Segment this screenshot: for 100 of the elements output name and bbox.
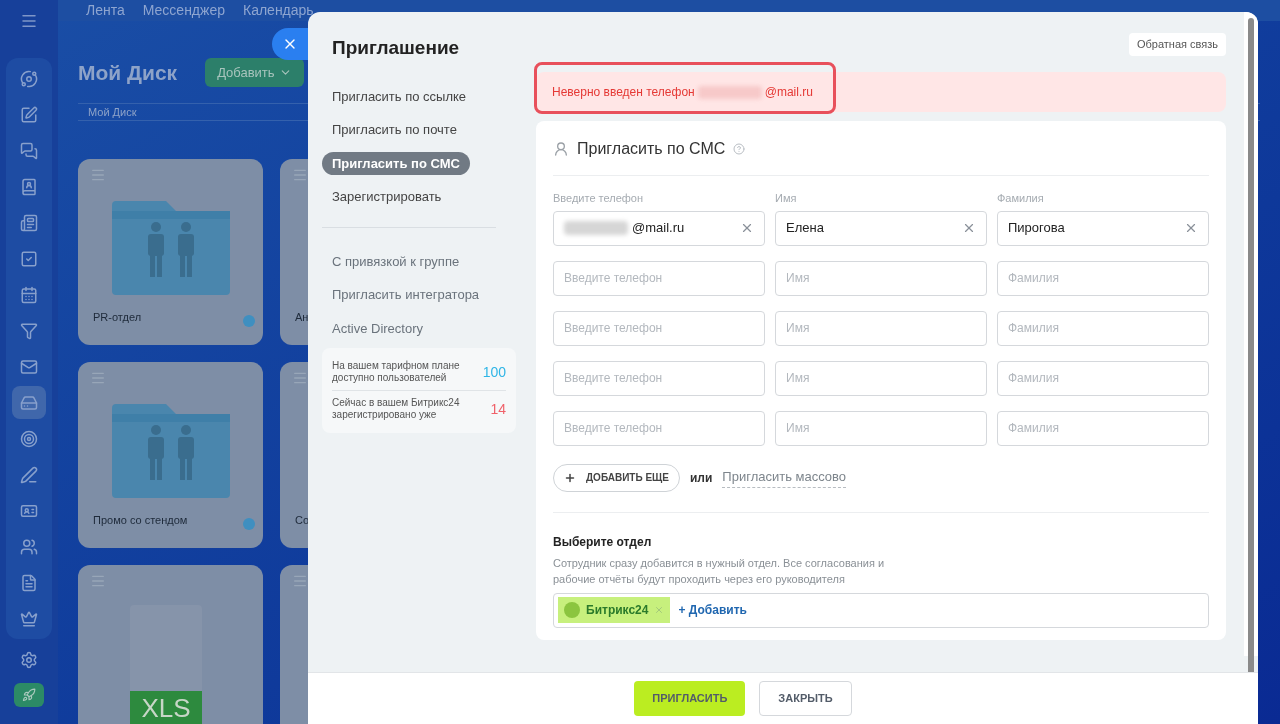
department-hint: Сотрудник сразу добавится в нужный отдел. Все согласования и рабочие отчёты будут проходить через его руководителя xyxy=(553,555,886,587)
invite-button[interactable]: ПРИГЛАСИТЬ xyxy=(634,681,746,716)
field-placeholder: Имя xyxy=(786,370,811,387)
nav-item[interactable]: Зарегистрировать xyxy=(322,185,452,209)
section-title: Пригласить по СМС xyxy=(577,139,726,159)
rocket-button[interactable] xyxy=(14,683,44,707)
or-label: или xyxy=(689,469,713,487)
text-field[interactable]: Введите телефон xyxy=(553,260,765,296)
field-placeholder: Имя xyxy=(786,320,811,337)
clear-icon[interactable] xyxy=(740,221,754,235)
clear-icon[interactable] xyxy=(962,221,976,235)
folder-name: Промо со стендом xyxy=(93,512,188,528)
feedback-button[interactable]: Обратная связь xyxy=(1128,33,1226,56)
text-field[interactable]: Фамилия xyxy=(997,360,1209,396)
column-label: Имя xyxy=(775,191,798,206)
text-field[interactable]: Пирогова xyxy=(997,210,1209,246)
contacts-icon xyxy=(20,177,38,196)
chat-icon xyxy=(20,141,38,160)
text-field[interactable]: @mail.ru xyxy=(553,210,765,246)
plus-icon xyxy=(564,471,576,484)
field-placeholder: Введите телефон xyxy=(564,270,664,287)
field-placeholder: Имя xyxy=(786,270,811,287)
nav-item[interactable]: Пригласить по почте xyxy=(322,118,467,142)
text-field[interactable]: Фамилия xyxy=(997,260,1209,296)
nav-item[interactable]: С привязкой к группе xyxy=(322,249,470,273)
field-placeholder: Введите телефон xyxy=(564,320,664,337)
drag-handle-icon xyxy=(90,370,106,386)
folder-name: PR-отдел xyxy=(93,309,142,325)
drag-handle-icon xyxy=(90,573,106,589)
pen-icon xyxy=(20,465,38,484)
stats-count: 100 xyxy=(482,362,506,382)
drive-icon xyxy=(20,393,38,412)
field-placeholder: Введите телефон xyxy=(564,420,664,437)
target-icon xyxy=(20,429,38,448)
file-card[interactable]: XLS xyxy=(78,565,263,724)
clear-icon[interactable] xyxy=(1184,221,1198,235)
text-field[interactable]: Введите телефон xyxy=(553,310,765,346)
file-card[interactable]: Промо со стендом xyxy=(78,362,263,548)
column-label: Фамилия xyxy=(997,191,1045,206)
nav-item[interactable]: Пригласить по ссылке xyxy=(322,84,477,108)
drag-handle-icon xyxy=(292,370,308,386)
top-nav-link[interactable]: Мессенджер xyxy=(142,0,225,21)
text-field[interactable]: Елена xyxy=(775,210,987,246)
file-type-label: XLS xyxy=(130,691,202,724)
stats-count: 14 xyxy=(490,399,506,419)
folder-name: Ан xyxy=(295,309,309,325)
user-icon xyxy=(553,141,569,157)
field-placeholder: Фамилия xyxy=(1008,270,1060,287)
field-value: @mail.ru xyxy=(632,219,686,238)
stats-text: Сейчас в вашем Битрикс24 зарегистрировано уже xyxy=(332,397,461,421)
top-nav-link[interactable]: Календарь xyxy=(243,0,314,21)
department-title: Выберите отдел xyxy=(553,533,653,551)
add-button[interactable]: Добавить xyxy=(205,58,304,88)
department-field[interactable]: Битрикс24 + Добавить xyxy=(553,592,1209,628)
close-dialog-button[interactable]: ЗАКРЫТЬ xyxy=(759,681,852,716)
add-department-link[interactable]: + Добавить xyxy=(678,601,747,619)
help-icon[interactable] xyxy=(733,143,746,155)
sidebar-item[interactable] xyxy=(12,386,46,419)
tag-label: Битрикс24 xyxy=(586,602,649,619)
mass-invite-link[interactable]: Пригласить массово xyxy=(722,467,847,488)
text-field[interactable]: Введите телефон xyxy=(553,410,765,446)
nav-item[interactable]: Пригласить по СМС xyxy=(322,151,470,175)
text-field[interactable]: Имя xyxy=(775,410,987,446)
newspaper-icon xyxy=(20,213,38,232)
document-icon xyxy=(20,573,38,592)
error-email: @mail.ru xyxy=(764,84,813,101)
dialog-title: Приглашение xyxy=(331,36,461,60)
funnel-icon xyxy=(20,321,38,340)
field-placeholder: Фамилия xyxy=(1008,420,1060,437)
text-field[interactable]: Имя xyxy=(775,310,987,346)
checkbox-icon xyxy=(20,249,38,268)
text-field[interactable]: Имя xyxy=(775,260,987,296)
settings-icon[interactable] xyxy=(20,651,38,669)
nav-item[interactable]: Пригласить интегратора xyxy=(322,283,490,307)
field-placeholder: Фамилия xyxy=(1008,320,1060,337)
field-placeholder: Имя xyxy=(786,420,811,437)
mail-icon xyxy=(20,357,38,376)
menu-icon[interactable] xyxy=(20,12,38,30)
text-field[interactable]: Введите телефон xyxy=(553,360,765,396)
breadcrumb[interactable]: Мой Диск xyxy=(88,103,137,120)
stats-text: На вашем тарифном плане доступно пользователей xyxy=(332,360,461,384)
edit-document-icon xyxy=(20,105,38,124)
users-icon xyxy=(20,537,38,556)
text-field[interactable]: Имя xyxy=(775,360,987,396)
text-field[interactable]: Фамилия xyxy=(997,410,1209,446)
file-card[interactable]: PR-отдел xyxy=(78,159,263,345)
drag-handle-icon xyxy=(90,167,106,183)
orbit-icon xyxy=(20,69,38,88)
field-placeholder: Введите телефон xyxy=(564,370,664,387)
page-title: Мой Диск xyxy=(78,60,178,86)
top-nav-link[interactable]: Лента xyxy=(86,0,125,21)
drag-handle-icon xyxy=(292,573,308,589)
column-label: Введите телефон xyxy=(553,191,645,206)
nav-item[interactable]: Active Directory xyxy=(322,316,434,340)
field-value: Елена xyxy=(786,219,825,238)
field-value: Пирогова xyxy=(1008,219,1066,238)
error-message: Неверно введен телефон xyxy=(552,84,695,101)
rocket-icon xyxy=(22,688,36,702)
drag-handle-icon xyxy=(292,167,308,183)
text-field[interactable]: Фамилия xyxy=(997,310,1209,346)
